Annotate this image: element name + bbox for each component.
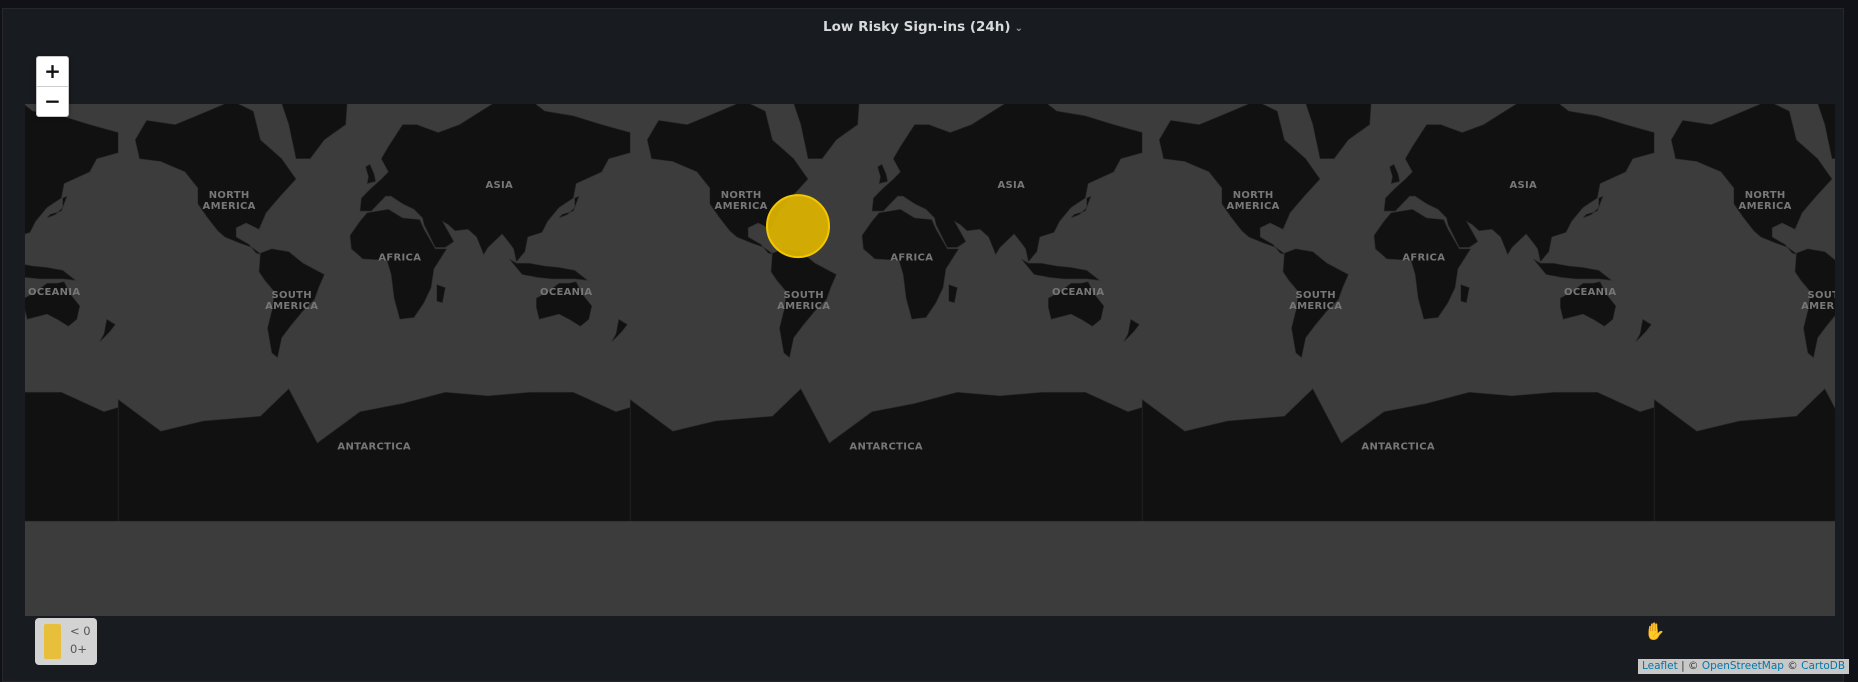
land-shape: [25, 391, 119, 522]
panel-title[interactable]: Low Risky Sign-ins (24h): [823, 19, 1011, 35]
zoom-in-button[interactable]: +: [37, 57, 68, 86]
land-shape: [1141, 388, 1655, 522]
land-shape: [281, 104, 348, 160]
map-viewport[interactable]: NORTHAMERICA ASIA AFRICA SOUTHAMERICA OCEANI…: [25, 104, 1835, 616]
legend-item-label: 0+: [70, 642, 87, 656]
world-map[interactable]: NORTHAMERICA ASIA AFRICA SOUTHAMERICA OCEANI…: [25, 104, 1835, 616]
continent-label: AFRICA: [1402, 252, 1445, 263]
continent-label: NORTH AMERICA: [203, 190, 256, 212]
land-shape: [134, 104, 297, 255]
hand-grab-icon: ✋: [1644, 622, 1666, 642]
continent-label: SOUTHAMERICA: [1289, 290, 1342, 312]
land-shape: [793, 104, 860, 160]
land-shape: [1158, 104, 1321, 255]
land-shape: [99, 318, 116, 343]
zoom-control: + −: [36, 56, 69, 117]
continent-label: ASIA: [485, 180, 513, 191]
attribution-separator: | ©: [1677, 660, 1702, 672]
land-shape: [877, 163, 888, 185]
land-shape: [117, 388, 631, 522]
map-legend: < 0 0+: [35, 618, 97, 665]
continent-label: SOUTHAMERICA: [265, 290, 318, 312]
continent-label: ANTARCTICA: [1361, 442, 1435, 453]
land-shape: [365, 163, 376, 185]
openstreetmap-link[interactable]: OpenStreetMap: [1702, 660, 1784, 672]
land-shape: [1670, 104, 1833, 255]
land-shape: [1533, 258, 1613, 281]
continent-label: OCEANIA: [28, 287, 80, 298]
continent-label: AFRICA: [890, 252, 933, 263]
continent-label: ASIA: [997, 180, 1025, 191]
attribution-separator: ©: [1783, 660, 1802, 672]
legend-color-swatch: [44, 624, 61, 659]
panel-header[interactable]: Low Risky Sign-ins (24h) ⌄: [3, 19, 1843, 35]
continent-label: OCEANIA: [1564, 287, 1616, 298]
land-shape: [509, 258, 589, 281]
land-shape: [1305, 104, 1372, 160]
land-shape: [436, 284, 446, 304]
leaflet-link[interactable]: Leaflet: [1642, 660, 1678, 672]
continent-label: ANTARCTICA: [849, 442, 923, 453]
land-shape: [1021, 258, 1101, 281]
land-shape: [1635, 318, 1652, 343]
continent-label: AFRICA: [378, 252, 421, 263]
land-shape: [1389, 163, 1400, 185]
land-shape: [1123, 318, 1140, 343]
continent-label: SOUTHAMERICA: [1801, 290, 1835, 312]
continent-label: NORTH AMERICA: [1227, 190, 1280, 212]
land-shape: [629, 388, 1143, 522]
cartodb-link[interactable]: CartoDB: [1801, 660, 1845, 672]
land-shape: [611, 318, 628, 343]
land-shape: [25, 104, 119, 235]
land-shape: [25, 264, 77, 281]
continent-label: SOUTHAMERICA: [777, 290, 830, 312]
zoom-out-button[interactable]: −: [37, 86, 68, 116]
continent-label: NORTH AMERICA: [1739, 190, 1792, 212]
signin-marker[interactable]: [766, 194, 830, 259]
continent-label: ANTARCTICA: [337, 442, 411, 453]
land-shape: [948, 284, 958, 304]
chevron-down-icon[interactable]: ⌄: [1015, 23, 1023, 34]
legend-item-label: < 0: [70, 624, 91, 638]
land-shape: [1460, 284, 1470, 304]
continent-label: OCEANIA: [540, 287, 592, 298]
map-attribution: Leaflet | © OpenStreetMap © CartoDB: [1638, 659, 1850, 674]
continent-label: ASIA: [1509, 180, 1537, 191]
land-shape: [1817, 104, 1835, 160]
land-shape: [1653, 388, 1835, 522]
continent-label: OCEANIA: [1052, 287, 1104, 298]
continent-label: NORTH AMERICA: [715, 190, 768, 212]
